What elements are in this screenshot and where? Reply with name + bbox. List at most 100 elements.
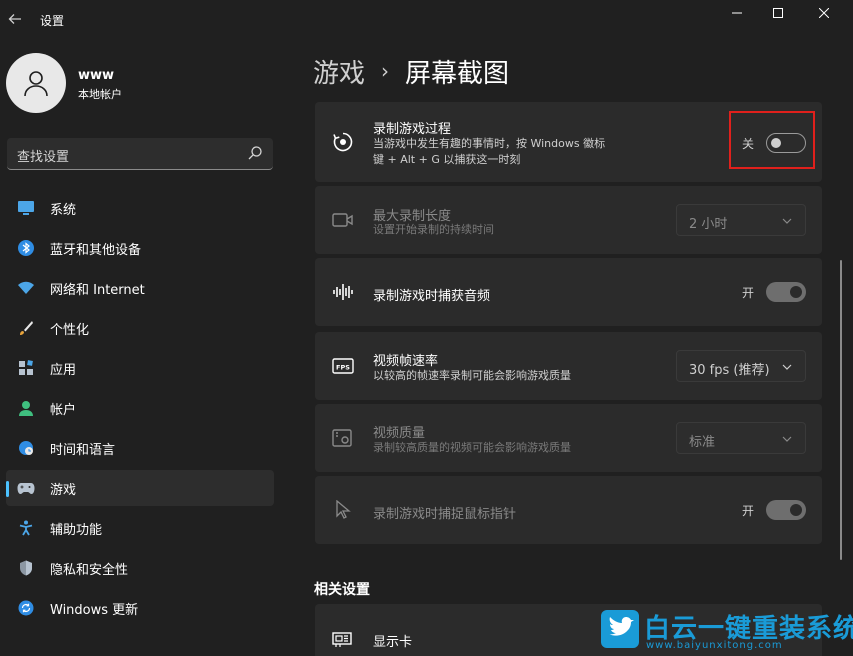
toggle-knob [790, 286, 802, 298]
sidebar-item-label: 隐私和安全性 [50, 562, 129, 578]
globe-clock-icon [17, 439, 35, 457]
setting-video-frame-rate: FPS 视频帧速率 以较高的帧速率录制可能会影响游戏质量 30 fps (推荐) [315, 332, 822, 400]
setting-title: 显示卡 [373, 635, 413, 650]
search-input[interactable]: 查找设置 [7, 138, 273, 170]
sidebar-item-accounts[interactable]: 帐户 [6, 390, 274, 426]
apps-icon [17, 359, 35, 377]
avatar [6, 53, 66, 113]
minimize-button[interactable] [714, 0, 760, 26]
chevron-down-icon [782, 364, 792, 370]
video-quality-dropdown[interactable]: 标准 [676, 422, 806, 454]
setting-title: 录制游戏过程 [373, 122, 452, 137]
breadcrumb-parent[interactable]: 游戏 [313, 53, 365, 90]
setting-capture-audio: 录制游戏时捕获音频 开 [315, 258, 822, 326]
sidebar-item-time-language[interactable]: 时间和语言 [6, 430, 274, 466]
sidebar-item-privacy[interactable]: 隐私和安全性 [6, 550, 274, 586]
sidebar-item-label: 游戏 [50, 482, 77, 498]
accessibility-icon [17, 519, 35, 537]
sidebar-item-network[interactable]: 网络和 Internet [6, 270, 274, 306]
record-icon [332, 131, 354, 153]
setting-description: 设置开始录制的持续时间 [373, 223, 494, 236]
sidebar-item-gaming[interactable]: 游戏 [6, 470, 274, 506]
app-title: 设置 [40, 14, 65, 28]
toggle-state-label: 开 [741, 285, 754, 300]
maximize-icon [773, 8, 783, 18]
sidebar-item-label: 时间和语言 [50, 442, 116, 458]
sidebar-item-label: 辅助功能 [50, 522, 103, 538]
capture-audio-toggle[interactable] [766, 282, 806, 302]
setting-title: 视频质量 [373, 426, 426, 441]
related-settings-heading: 相关设置 [314, 582, 370, 598]
setting-description-line2: 键 + Alt + G 以捕获这一时刻 [373, 153, 521, 166]
dropdown-value: 标准 [689, 435, 716, 450]
setting-title: 视频帧速率 [373, 354, 439, 369]
sidebar-nav: 系统 蓝牙和其他设备 网络和 Internet 个性化 应用 帐户 时间和语言 … [6, 190, 274, 630]
wifi-icon [17, 279, 35, 297]
setting-title: 录制游戏时捕捉鼠标指针 [373, 507, 517, 522]
setting-max-recording-length: 最大录制长度 设置开始录制的持续时间 2 小时 [315, 186, 822, 254]
user-icon [24, 71, 48, 97]
scrollbar[interactable] [840, 260, 842, 560]
video-settings-icon [332, 427, 354, 449]
sidebar-item-accessibility[interactable]: 辅助功能 [6, 510, 274, 546]
sidebar-item-label: 帐户 [50, 402, 77, 418]
max-length-dropdown[interactable]: 2 小时 [676, 204, 806, 236]
update-icon [17, 599, 35, 617]
sidebar-item-windows-update[interactable]: Windows 更新 [6, 590, 274, 626]
sidebar-item-bluetooth[interactable]: 蓝牙和其他设备 [6, 230, 274, 266]
shield-icon [17, 559, 35, 577]
highlight-box [729, 111, 815, 169]
sidebar-item-label: 系统 [50, 202, 77, 218]
setting-description-line1: 当游戏中发生有趣的事情时，按 Windows 徽标 [373, 137, 606, 150]
frame-rate-dropdown[interactable]: 30 fps (推荐) [676, 350, 806, 382]
sidebar-item-label: Windows 更新 [50, 602, 139, 618]
minimize-icon [732, 12, 742, 14]
close-icon [819, 8, 829, 18]
person-icon [17, 399, 35, 417]
account-type: 本地帐户 [78, 88, 122, 101]
setting-description: 录制较高质量的视频可能会影响游戏质量 [373, 441, 571, 454]
user-name: www [78, 68, 115, 83]
sidebar-item-system[interactable]: 系统 [6, 190, 274, 226]
brush-icon [17, 319, 35, 337]
chevron-down-icon [782, 436, 792, 442]
capture-cursor-toggle[interactable] [766, 500, 806, 520]
back-button[interactable] [4, 8, 26, 30]
toggle-knob [790, 504, 802, 516]
breadcrumb: 游戏 › 屏幕截图 [313, 53, 509, 89]
setting-description: 以较高的帧速率录制可能会影响游戏质量 [373, 369, 571, 382]
cursor-icon [332, 499, 354, 521]
setting-title: 录制游戏时捕获音频 [373, 289, 491, 304]
user-profile[interactable]: www 本地帐户 [6, 53, 276, 113]
breadcrumb-separator: › [381, 59, 390, 83]
page-title: 屏幕截图 [405, 58, 510, 89]
watermark-url: www.baiyunxitong.com [646, 640, 783, 651]
watermark: 白云一键重装系统 www.baiyunxitong.com [596, 604, 853, 656]
sidebar-item-personalization[interactable]: 个性化 [6, 310, 274, 346]
chevron-down-icon [782, 218, 792, 224]
close-button[interactable] [801, 0, 847, 26]
search-placeholder: 查找设置 [17, 150, 70, 165]
video-camera-icon [332, 209, 354, 231]
bluetooth-icon [17, 239, 35, 257]
sidebar-item-label: 网络和 Internet [50, 282, 145, 298]
capture-cursor-toggle-group: 开 [742, 500, 806, 520]
setting-capture-mouse-cursor: 录制游戏时捕捉鼠标指针 开 [315, 476, 822, 544]
svg-text:FPS: FPS [336, 364, 350, 372]
sidebar-item-label: 应用 [50, 362, 77, 378]
sidebar-item-apps[interactable]: 应用 [6, 350, 274, 386]
sidebar-item-label: 蓝牙和其他设备 [50, 242, 142, 258]
setting-video-quality: 视频质量 录制较高质量的视频可能会影响游戏质量 标准 [315, 404, 822, 472]
dropdown-value: 2 小时 [689, 217, 728, 232]
gamepad-icon [17, 479, 35, 497]
maximize-button[interactable] [755, 0, 801, 26]
monitor-icon [17, 199, 35, 217]
bird-logo-icon [601, 610, 639, 648]
title-bar: 设置 [0, 0, 853, 40]
search-icon[interactable] [247, 145, 263, 161]
toggle-state-label: 开 [741, 503, 754, 518]
dropdown-value: 30 fps (推荐) [689, 363, 770, 378]
graphics-card-icon [332, 628, 354, 650]
back-arrow-icon [8, 14, 21, 24]
fps-icon: FPS [332, 355, 354, 377]
